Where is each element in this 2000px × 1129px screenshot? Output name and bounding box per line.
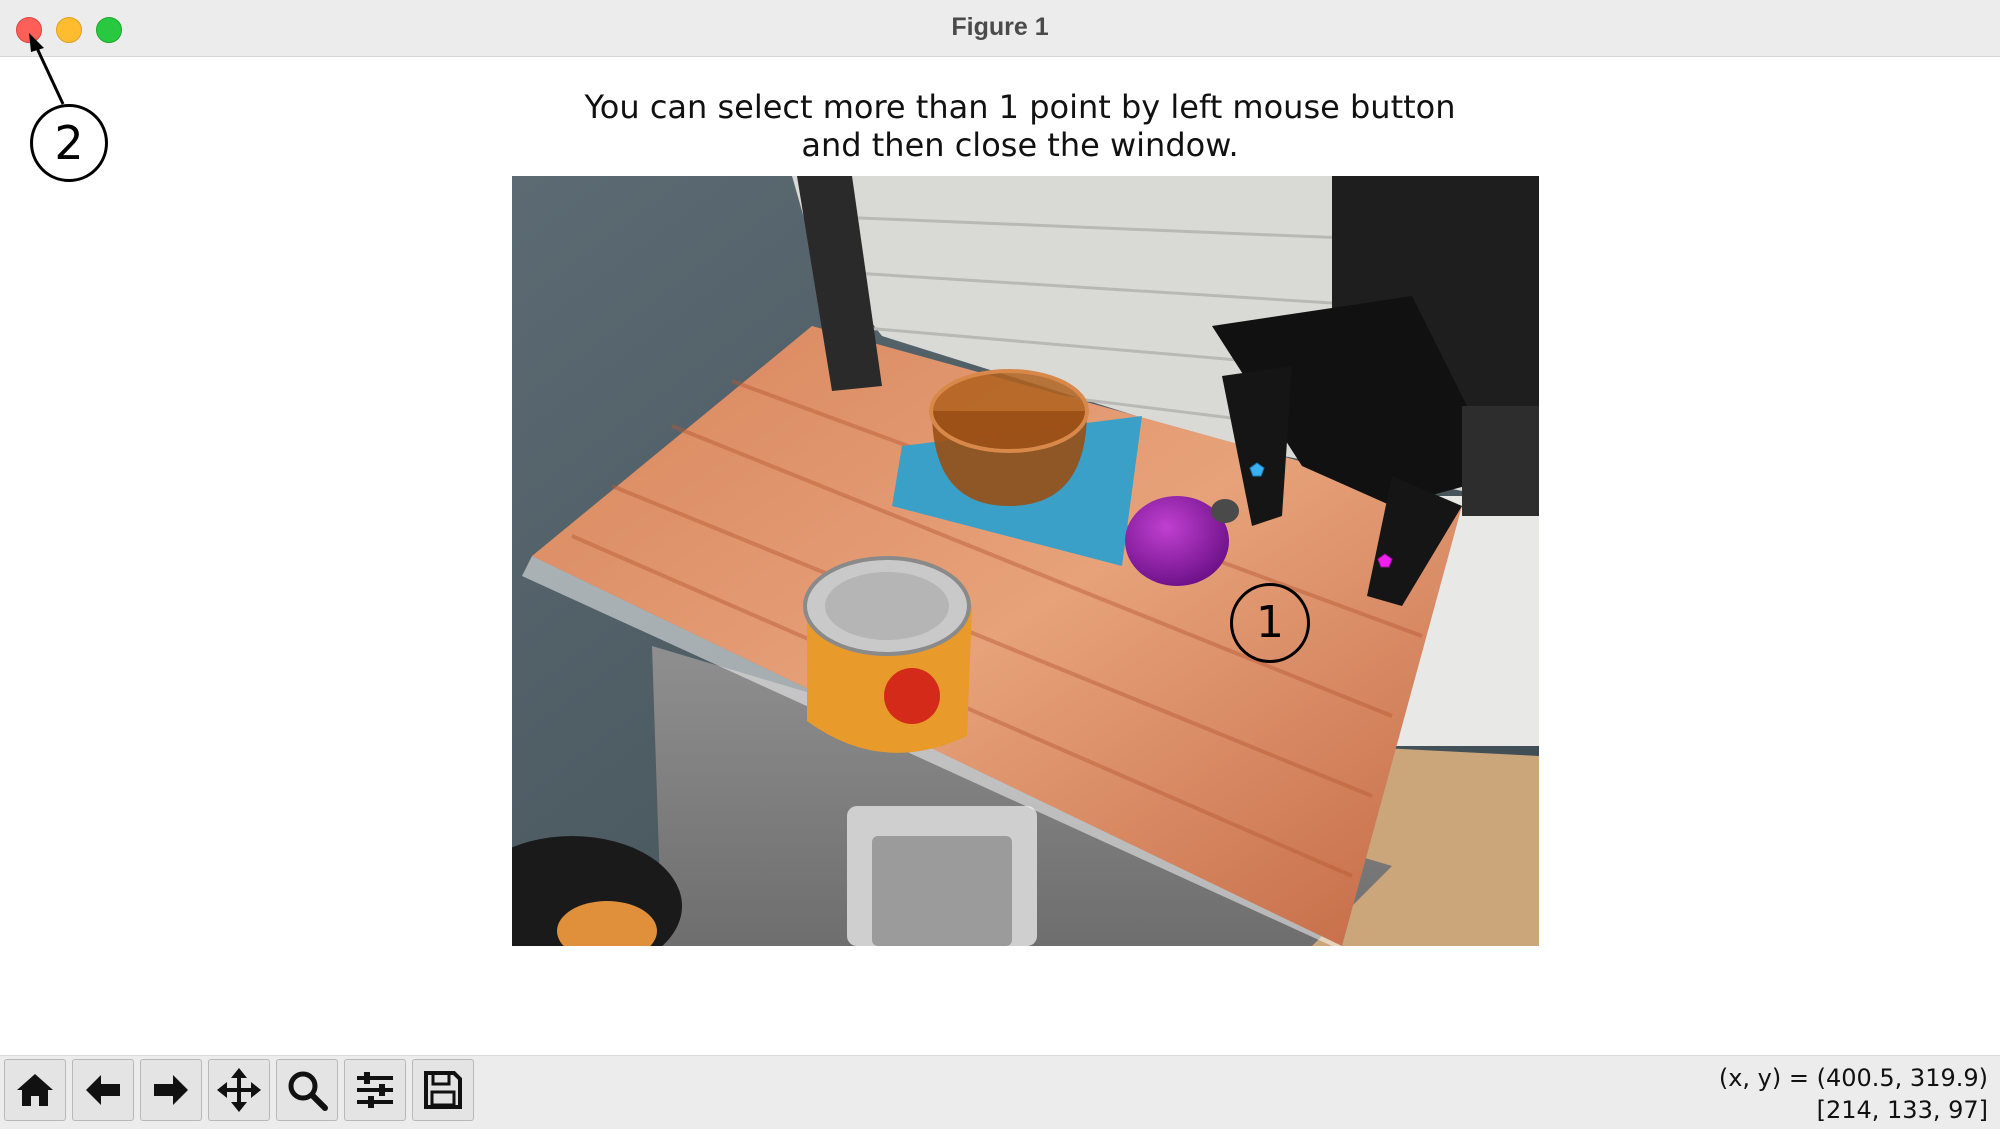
navigation-toolbar: (x, y) = (400.5, 319.9) [214, 133, 97]	[0, 1055, 2000, 1129]
zoom-icon	[288, 1071, 328, 1111]
cursor-readout: (x, y) = (400.5, 319.9) [214, 133, 97]	[1719, 1062, 1988, 1126]
pan-button[interactable]	[208, 1059, 270, 1121]
back-arrow-icon	[86, 1075, 120, 1105]
back-button[interactable]	[72, 1059, 134, 1121]
title-bar: Figure 1	[0, 0, 2000, 57]
cursor-rgb: [214, 133, 97]	[1816, 1096, 1988, 1124]
figure-title: You can select more than 1 point by left…	[400, 88, 1640, 164]
camera-image[interactable]	[512, 176, 1539, 946]
annotation-arrow	[29, 33, 65, 105]
save-button[interactable]	[412, 1059, 474, 1121]
figure-title-line-1: You can select more than 1 point by left…	[584, 88, 1456, 126]
forward-button[interactable]	[140, 1059, 202, 1121]
save-icon	[424, 1071, 462, 1109]
zoom-button[interactable]	[276, 1059, 338, 1121]
figure-title-line-2: and then close the window.	[801, 126, 1239, 164]
scene-illustration	[512, 176, 1539, 946]
pan-icon	[217, 1068, 261, 1112]
annotation-2: 2	[30, 104, 108, 182]
cursor-xy: (x, y) = (400.5, 319.9)	[1718, 1064, 1988, 1092]
annotation-1: 1	[1230, 583, 1310, 663]
home-icon	[17, 1074, 53, 1106]
home-button[interactable]	[4, 1059, 66, 1121]
configure-subplots-button[interactable]	[344, 1059, 406, 1121]
figure-window: Figure 1 You can select more than 1 poin…	[0, 0, 2000, 1129]
configure-subplots-icon	[357, 1072, 393, 1108]
forward-arrow-icon	[154, 1075, 188, 1105]
window-title: Figure 1	[951, 13, 1049, 41]
